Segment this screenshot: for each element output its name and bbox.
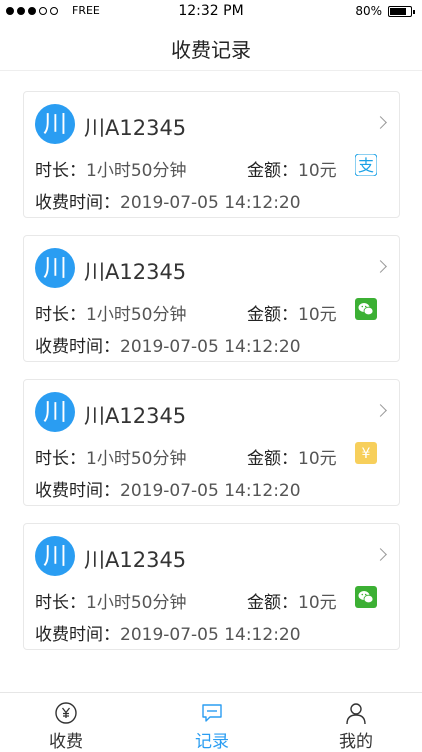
charge-time-value: 2019-07-05 14:12:20 (120, 193, 301, 213)
wechat-pay-icon (355, 298, 377, 320)
duration-row: 时长：1小时50分钟 (35, 588, 186, 613)
chevron-right-icon (374, 404, 387, 417)
record-card[interactable]: 川川A12345 时长：1小时50分钟 金额：10元收费时间：2019-07-05 … (23, 523, 400, 650)
chevron-right-icon (374, 116, 387, 129)
amount-row: 金额：10元 (247, 444, 337, 469)
charge-time-label: 收费时间： (35, 193, 120, 213)
record-list: 川川A12345 时长：1小时50分钟 金额：10元支收费时间：2019-07-05… (23, 91, 400, 667)
duration-row: 时长：1小时50分钟 (35, 300, 186, 325)
charge-time-value: 2019-07-05 14:12:20 (120, 625, 301, 645)
cash-icon: ¥ (355, 442, 377, 464)
plate-number: 川A12345 (84, 548, 187, 572)
charge-time-row: 收费时间：2019-07-05 14:12:20 (35, 476, 301, 501)
duration-row: 时长：1小时50分钟 (35, 156, 186, 181)
duration-label: 时长： (35, 593, 86, 613)
amount-label: 金额： (247, 161, 298, 181)
plate-province-badge: 川 (35, 248, 75, 288)
plate-province-badge: 川 (35, 392, 75, 432)
svg-text:¥: ¥ (362, 446, 371, 462)
duration-value: 1小时50分钟 (86, 593, 187, 613)
plate-number: 川A12345 (84, 116, 187, 140)
tab-records[interactable]: 记录 (172, 693, 252, 752)
duration-label: 时长： (35, 449, 86, 469)
yuan-coin-icon (55, 702, 77, 724)
duration-label: 时长： (35, 161, 86, 181)
amount-value: 10元 (298, 161, 337, 181)
tab-charge[interactable]: 收费 (26, 693, 106, 752)
charge-time-value: 2019-07-05 14:12:20 (120, 337, 301, 357)
plate-number: 川A12345 (84, 404, 187, 428)
charge-time-row: 收费时间：2019-07-05 14:12:20 (35, 620, 301, 645)
wechat-pay-icon (355, 586, 377, 608)
amount-label: 金额： (247, 449, 298, 469)
amount-value: 10元 (298, 449, 337, 469)
amount-label: 金额： (247, 305, 298, 325)
record-card[interactable]: 川川A12345 时长：1小时50分钟 金额：10元收费时间：2019-07-05 … (23, 235, 400, 362)
record-card[interactable]: 川川A12345 时长：1小时50分钟 金额：10元 ¥ 收费时间：2019-07-05… (23, 379, 400, 506)
duration-value: 1小时50分钟 (86, 449, 187, 469)
record-card[interactable]: 川川A12345 时长：1小时50分钟 金额：10元 支收费时间：2019-07-05… (23, 91, 400, 218)
plate-number: 川A12345 (84, 260, 187, 284)
charge-time-label: 收费时间： (35, 481, 120, 501)
svg-text:支: 支 (358, 156, 374, 175)
chat-record-icon (202, 704, 222, 722)
amount-label: 金额： (247, 593, 298, 613)
duration-row: 时长：1小时50分钟 (35, 444, 186, 469)
duration-value: 1小时50分钟 (86, 305, 187, 325)
page-title: 收费记录 (171, 38, 251, 62)
status-bar: FREE 12:32 PM 80% (0, 0, 422, 24)
charge-time-row: 收费时间：2019-07-05 14:12:20 (35, 332, 301, 357)
nav-bar: 收费记录 (0, 24, 422, 71)
tab-mine-label: 我的 (339, 732, 373, 752)
amount-row: 金额：10元 (247, 588, 337, 613)
alipay-icon: 支 (355, 154, 377, 176)
duration-label: 时长： (35, 305, 86, 325)
battery-percent: 80% (355, 4, 382, 18)
chevron-right-icon (374, 548, 387, 561)
chevron-right-icon (374, 260, 387, 273)
battery-icon (388, 6, 415, 17)
amount-value: 10元 (298, 305, 337, 325)
charge-time-label: 收费时间： (35, 625, 120, 645)
tab-records-label: 记录 (195, 732, 229, 752)
amount-row: 金额：10元 (247, 156, 337, 181)
charge-time-label: 收费时间： (35, 337, 120, 357)
amount-value: 10元 (298, 593, 337, 613)
duration-value: 1小时50分钟 (86, 161, 187, 181)
plate-province-badge: 川 (35, 104, 75, 144)
plate-province-badge: 川 (35, 536, 75, 576)
tab-mine[interactable]: 我的 (316, 693, 396, 752)
amount-row: 金额：10元 (247, 300, 337, 325)
user-icon (346, 703, 366, 725)
tab-bar: 收费 记录 我的 (0, 692, 422, 752)
tab-charge-label: 收费 (49, 732, 83, 752)
charge-time-value: 2019-07-05 14:12:20 (120, 481, 301, 501)
charge-time-row: 收费时间：2019-07-05 14:12:20 (35, 188, 301, 213)
